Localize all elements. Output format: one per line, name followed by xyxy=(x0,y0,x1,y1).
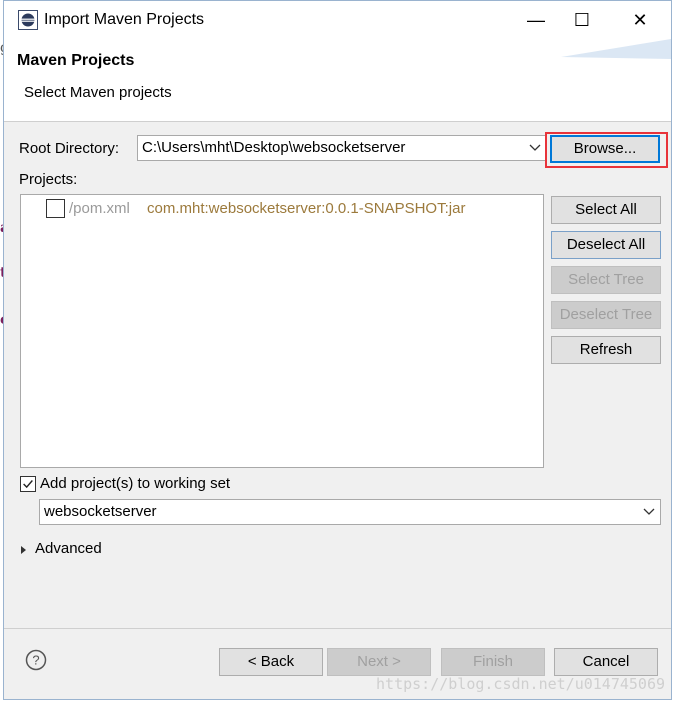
next-button[interactable]: Next > xyxy=(327,648,431,676)
page-description: Select Maven projects xyxy=(24,84,172,101)
footer-divider xyxy=(4,628,671,629)
root-directory-combo[interactable]: C:\Users\mht\Desktop\websocketserver xyxy=(137,135,547,161)
projects-tree[interactable] xyxy=(20,194,544,468)
advanced-section-toggle[interactable]: Advanced xyxy=(35,540,102,557)
banner-decoration-icon xyxy=(561,39,671,59)
watermark: https://blog.csdn.net/u014745069 xyxy=(376,675,665,693)
project-artifact[interactable]: com.mht:websocketserver:0.0.1-SNAPSHOT:j… xyxy=(147,200,465,217)
import-maven-dialog: Import Maven Projects — ☐ ✕ Maven Projec… xyxy=(3,0,672,700)
help-icon[interactable]: ? xyxy=(25,649,47,671)
working-set-label: Add project(s) to working set xyxy=(40,475,231,492)
cancel-button[interactable]: Cancel xyxy=(554,648,658,676)
maximize-button[interactable]: ☐ xyxy=(559,1,605,39)
project-checkbox[interactable] xyxy=(46,199,65,218)
minimize-button[interactable]: — xyxy=(513,1,559,39)
svg-text:?: ? xyxy=(32,653,39,668)
highlight-annotation xyxy=(545,132,668,168)
chevron-down-icon[interactable] xyxy=(643,504,655,518)
title-bar: Import Maven Projects — ☐ ✕ xyxy=(4,1,671,39)
page-title: Maven Projects xyxy=(17,52,135,69)
chevron-down-icon[interactable] xyxy=(529,140,541,154)
select-tree-button[interactable]: Select Tree xyxy=(551,266,661,294)
back-button[interactable]: < Back xyxy=(219,648,323,676)
deselect-tree-button[interactable]: Deselect Tree xyxy=(551,301,661,329)
root-directory-value: C:\Users\mht\Desktop\websocketserver xyxy=(142,139,406,156)
select-all-button[interactable]: Select All xyxy=(551,196,661,224)
eclipse-app-icon xyxy=(18,10,38,30)
root-directory-label: Root Directory: xyxy=(19,140,120,157)
working-set-checkbox[interactable] xyxy=(20,476,36,492)
deselect-all-button[interactable]: Deselect All xyxy=(551,231,661,259)
project-path: /pom.xml xyxy=(69,200,130,217)
close-button[interactable]: ✕ xyxy=(617,1,663,39)
wizard-banner: Maven Projects Select Maven projects xyxy=(4,39,671,122)
window-title: Import Maven Projects xyxy=(44,11,205,28)
projects-label: Projects: xyxy=(19,171,78,188)
checkmark-icon xyxy=(23,480,33,489)
expand-triangle-icon[interactable] xyxy=(20,545,28,555)
working-set-combo[interactable]: websocketserver xyxy=(39,499,661,525)
refresh-button[interactable]: Refresh xyxy=(551,336,661,364)
working-set-value: websocketserver xyxy=(44,503,157,520)
finish-button[interactable]: Finish xyxy=(441,648,545,676)
